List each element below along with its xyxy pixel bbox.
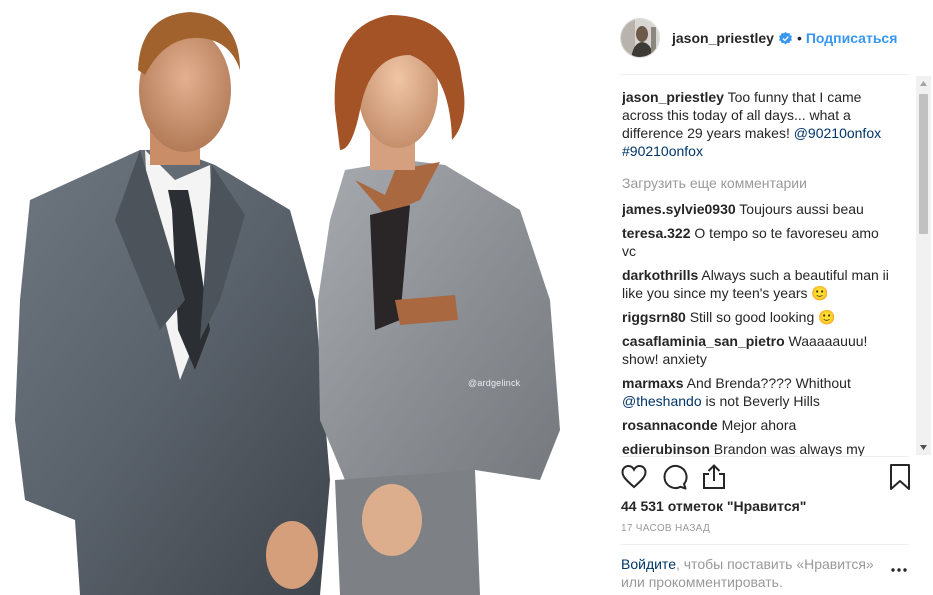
- comment-username[interactable]: edierubinson: [622, 441, 710, 456]
- actions-divider: [620, 456, 909, 457]
- comment-text: Мejor ahora: [717, 417, 797, 433]
- comment-text: And Brenda???? Whithout: [683, 375, 851, 391]
- post-header: jason_priestley • Подписаться: [620, 16, 908, 60]
- scrollbar-thumb[interactable]: [919, 94, 928, 234]
- heart-outline-icon[interactable]: [620, 463, 648, 491]
- bookmark-icon[interactable]: [886, 463, 914, 491]
- list-item: rosannaconde Мejor ahora: [622, 416, 890, 434]
- list-item: riggsrn80 Still so good looking 🙂: [622, 308, 890, 326]
- list-item: teresa.322 O tempo so te favoreseu amo v…: [622, 224, 890, 260]
- comment-username[interactable]: james.sylvie0930: [622, 201, 736, 217]
- scroll-up-arrow-icon[interactable]: [916, 76, 931, 91]
- footer-divider: [620, 544, 909, 545]
- comment-username[interactable]: casaflaminia_san_pietro: [622, 333, 785, 349]
- comment-text-after: is not Beverly Hills: [701, 393, 820, 409]
- caption-mention[interactable]: @90210onfox: [794, 125, 881, 141]
- likes-count[interactable]: 44 531 отметок "Нравится": [621, 498, 806, 514]
- load-more-comments-button[interactable]: Загрузить еще комментарии: [622, 174, 890, 192]
- photo-watermark: @ardgelinck: [468, 378, 521, 388]
- list-item: casaflaminia_san_pietro Waaaaauuu! show!…: [622, 332, 890, 368]
- verified-badge-icon: [778, 31, 792, 45]
- comment-username[interactable]: teresa.322: [622, 225, 691, 241]
- avatar[interactable]: [620, 18, 660, 58]
- login-prompt: Войдите, чтобы поставить «Нравится» или …: [621, 555, 881, 591]
- caption-hashtag[interactable]: #90210onfox: [622, 143, 703, 159]
- photo-two-men: [0, 0, 600, 595]
- comment-text: Still so good looking 🙂: [685, 309, 836, 325]
- header-separator: •: [796, 30, 802, 46]
- scroll-down-arrow-icon[interactable]: [916, 440, 931, 455]
- comments-scrollbar[interactable]: [916, 76, 931, 455]
- comment-username[interactable]: darkothrills: [622, 267, 698, 283]
- comment-username[interactable]: riggsrn80: [622, 309, 686, 325]
- share-upload-icon[interactable]: [700, 463, 728, 491]
- comment-username[interactable]: marmaxs: [622, 375, 684, 391]
- post-timestamp[interactable]: 17 часов назад: [621, 523, 710, 534]
- post-photo[interactable]: @ardgelinck: [0, 0, 600, 595]
- comments-list[interactable]: jason_priestley Too funny that I came ac…: [622, 88, 890, 456]
- list-item: edierubinson Brandon was always my favor…: [622, 440, 890, 456]
- post-actions: [620, 462, 912, 492]
- speech-bubble-icon[interactable]: [660, 463, 688, 491]
- list-item: darkothrills Always such a beautiful man…: [622, 266, 890, 302]
- comment-text: Toujours aussi beau: [735, 201, 864, 217]
- post-caption: jason_priestley Too funny that I came ac…: [622, 88, 890, 160]
- post-side-panel: jason_priestley • Подписаться jason_prie…: [600, 0, 933, 595]
- caption-username[interactable]: jason_priestley: [622, 89, 724, 105]
- list-item: james.sylvie0930 Toujours aussi beau: [622, 200, 890, 218]
- header-divider: [620, 74, 909, 75]
- header-username[interactable]: jason_priestley: [672, 30, 774, 46]
- follow-button[interactable]: Подписаться: [806, 30, 898, 46]
- comment-username[interactable]: rosannaconde: [622, 417, 718, 433]
- list-item: marmaxs And Brenda???? Whithout @theshan…: [622, 374, 890, 410]
- login-link[interactable]: Войдите: [621, 556, 676, 572]
- comment-mention[interactable]: @theshando: [622, 393, 702, 409]
- ellipsis-icon[interactable]: [888, 560, 910, 580]
